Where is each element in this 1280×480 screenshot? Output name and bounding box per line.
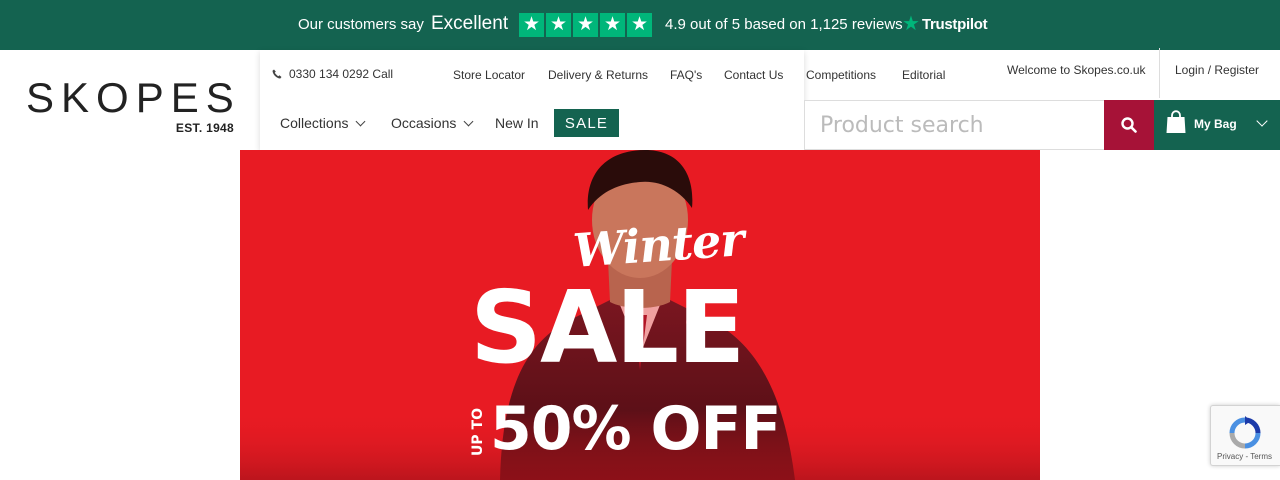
nav-occasions-label: Occasions	[391, 115, 457, 131]
recaptcha-badge[interactable]: Privacy - Terms	[1210, 405, 1280, 466]
phone-number: 0330 134 0292 Call	[289, 67, 394, 81]
logo-established: EST. 1948	[175, 121, 234, 135]
star-icon: ★	[627, 13, 652, 37]
phone-link[interactable]: 0330 134 0292 Call	[272, 67, 393, 81]
trustpilot-bar[interactable]: Our customers say Excellent ★ ★ ★ ★ ★ 4.…	[0, 0, 1280, 50]
nav-store-locator[interactable]: Store Locator	[453, 68, 525, 82]
hero-sale-headline: SALE	[470, 269, 745, 386]
nav-sale-button[interactable]: SALE	[554, 109, 619, 137]
nav-editorial[interactable]: Editorial	[902, 68, 945, 82]
star-icon: ★	[600, 13, 625, 37]
hero-up-to-label: UP TO	[470, 408, 486, 456]
recaptcha-terms-link[interactable]: Terms	[1250, 452, 1272, 461]
trustpilot-stars: ★ ★ ★ ★ ★	[519, 13, 652, 37]
nav-new-in[interactable]: New In	[495, 115, 539, 131]
recaptcha-privacy-link[interactable]: Privacy	[1217, 452, 1243, 461]
nav-panel: 0330 134 0292 Call Store Locator Deliver…	[260, 50, 945, 150]
nav-collections[interactable]: Collections	[280, 115, 366, 131]
trustpilot-rating-word: Excellent	[431, 13, 509, 34]
chevron-down-icon	[356, 116, 366, 126]
trustpilot-brand-label: Trustpilot	[921, 15, 988, 33]
recaptcha-links: Privacy - Terms	[1217, 452, 1272, 461]
chevron-down-icon	[463, 116, 474, 126]
site-logo[interactable]: SKOPES EST. 1948	[26, 77, 236, 138]
nav-delivery-returns[interactable]: Delivery & Returns	[548, 68, 648, 82]
trustpilot-logo[interactable]: ★ Trustpilot	[902, 13, 988, 35]
hero-banner[interactable]: Winter SALE UP TO 50% OFF	[240, 150, 1040, 480]
my-bag-button[interactable]: My Bag	[1154, 100, 1280, 150]
my-bag-label: My Bag	[1194, 117, 1237, 131]
nav-contact-us[interactable]: Contact Us	[724, 68, 783, 82]
phone-icon	[272, 69, 282, 79]
search-button[interactable]	[1104, 100, 1154, 150]
nav-collections-label: Collections	[280, 115, 349, 131]
shopping-bag-icon	[1166, 110, 1186, 133]
welcome-text: Welcome to Skopes.co.uk	[1007, 63, 1146, 77]
header-divider	[1159, 48, 1160, 98]
logo-wordmark: SKOPES	[26, 74, 241, 121]
trustpilot-star-icon: ★	[902, 13, 920, 35]
star-icon: ★	[519, 13, 544, 37]
product-search-input[interactable]	[804, 100, 1104, 150]
login-register-link[interactable]: Login / Register	[1175, 63, 1259, 77]
nav-new-in-label: New In	[495, 115, 539, 131]
nav-occasions[interactable]: Occasions	[391, 115, 474, 131]
search-icon	[1121, 117, 1137, 133]
hero-up-to: UP TO	[468, 404, 488, 460]
trustpilot-customers-say: Our customers say	[298, 16, 424, 33]
star-icon: ★	[546, 13, 571, 37]
nav-faqs[interactable]: FAQ's	[670, 68, 702, 82]
trustpilot-rating-text: 4.9 out of 5 based on 1,125 reviews	[665, 16, 903, 33]
star-icon: ★	[573, 13, 598, 37]
chevron-down-icon	[1256, 115, 1268, 127]
recaptcha-icon	[1229, 416, 1261, 449]
hero-discount: 50% OFF	[490, 394, 781, 464]
nav-competitions[interactable]: Competitions	[806, 68, 876, 82]
